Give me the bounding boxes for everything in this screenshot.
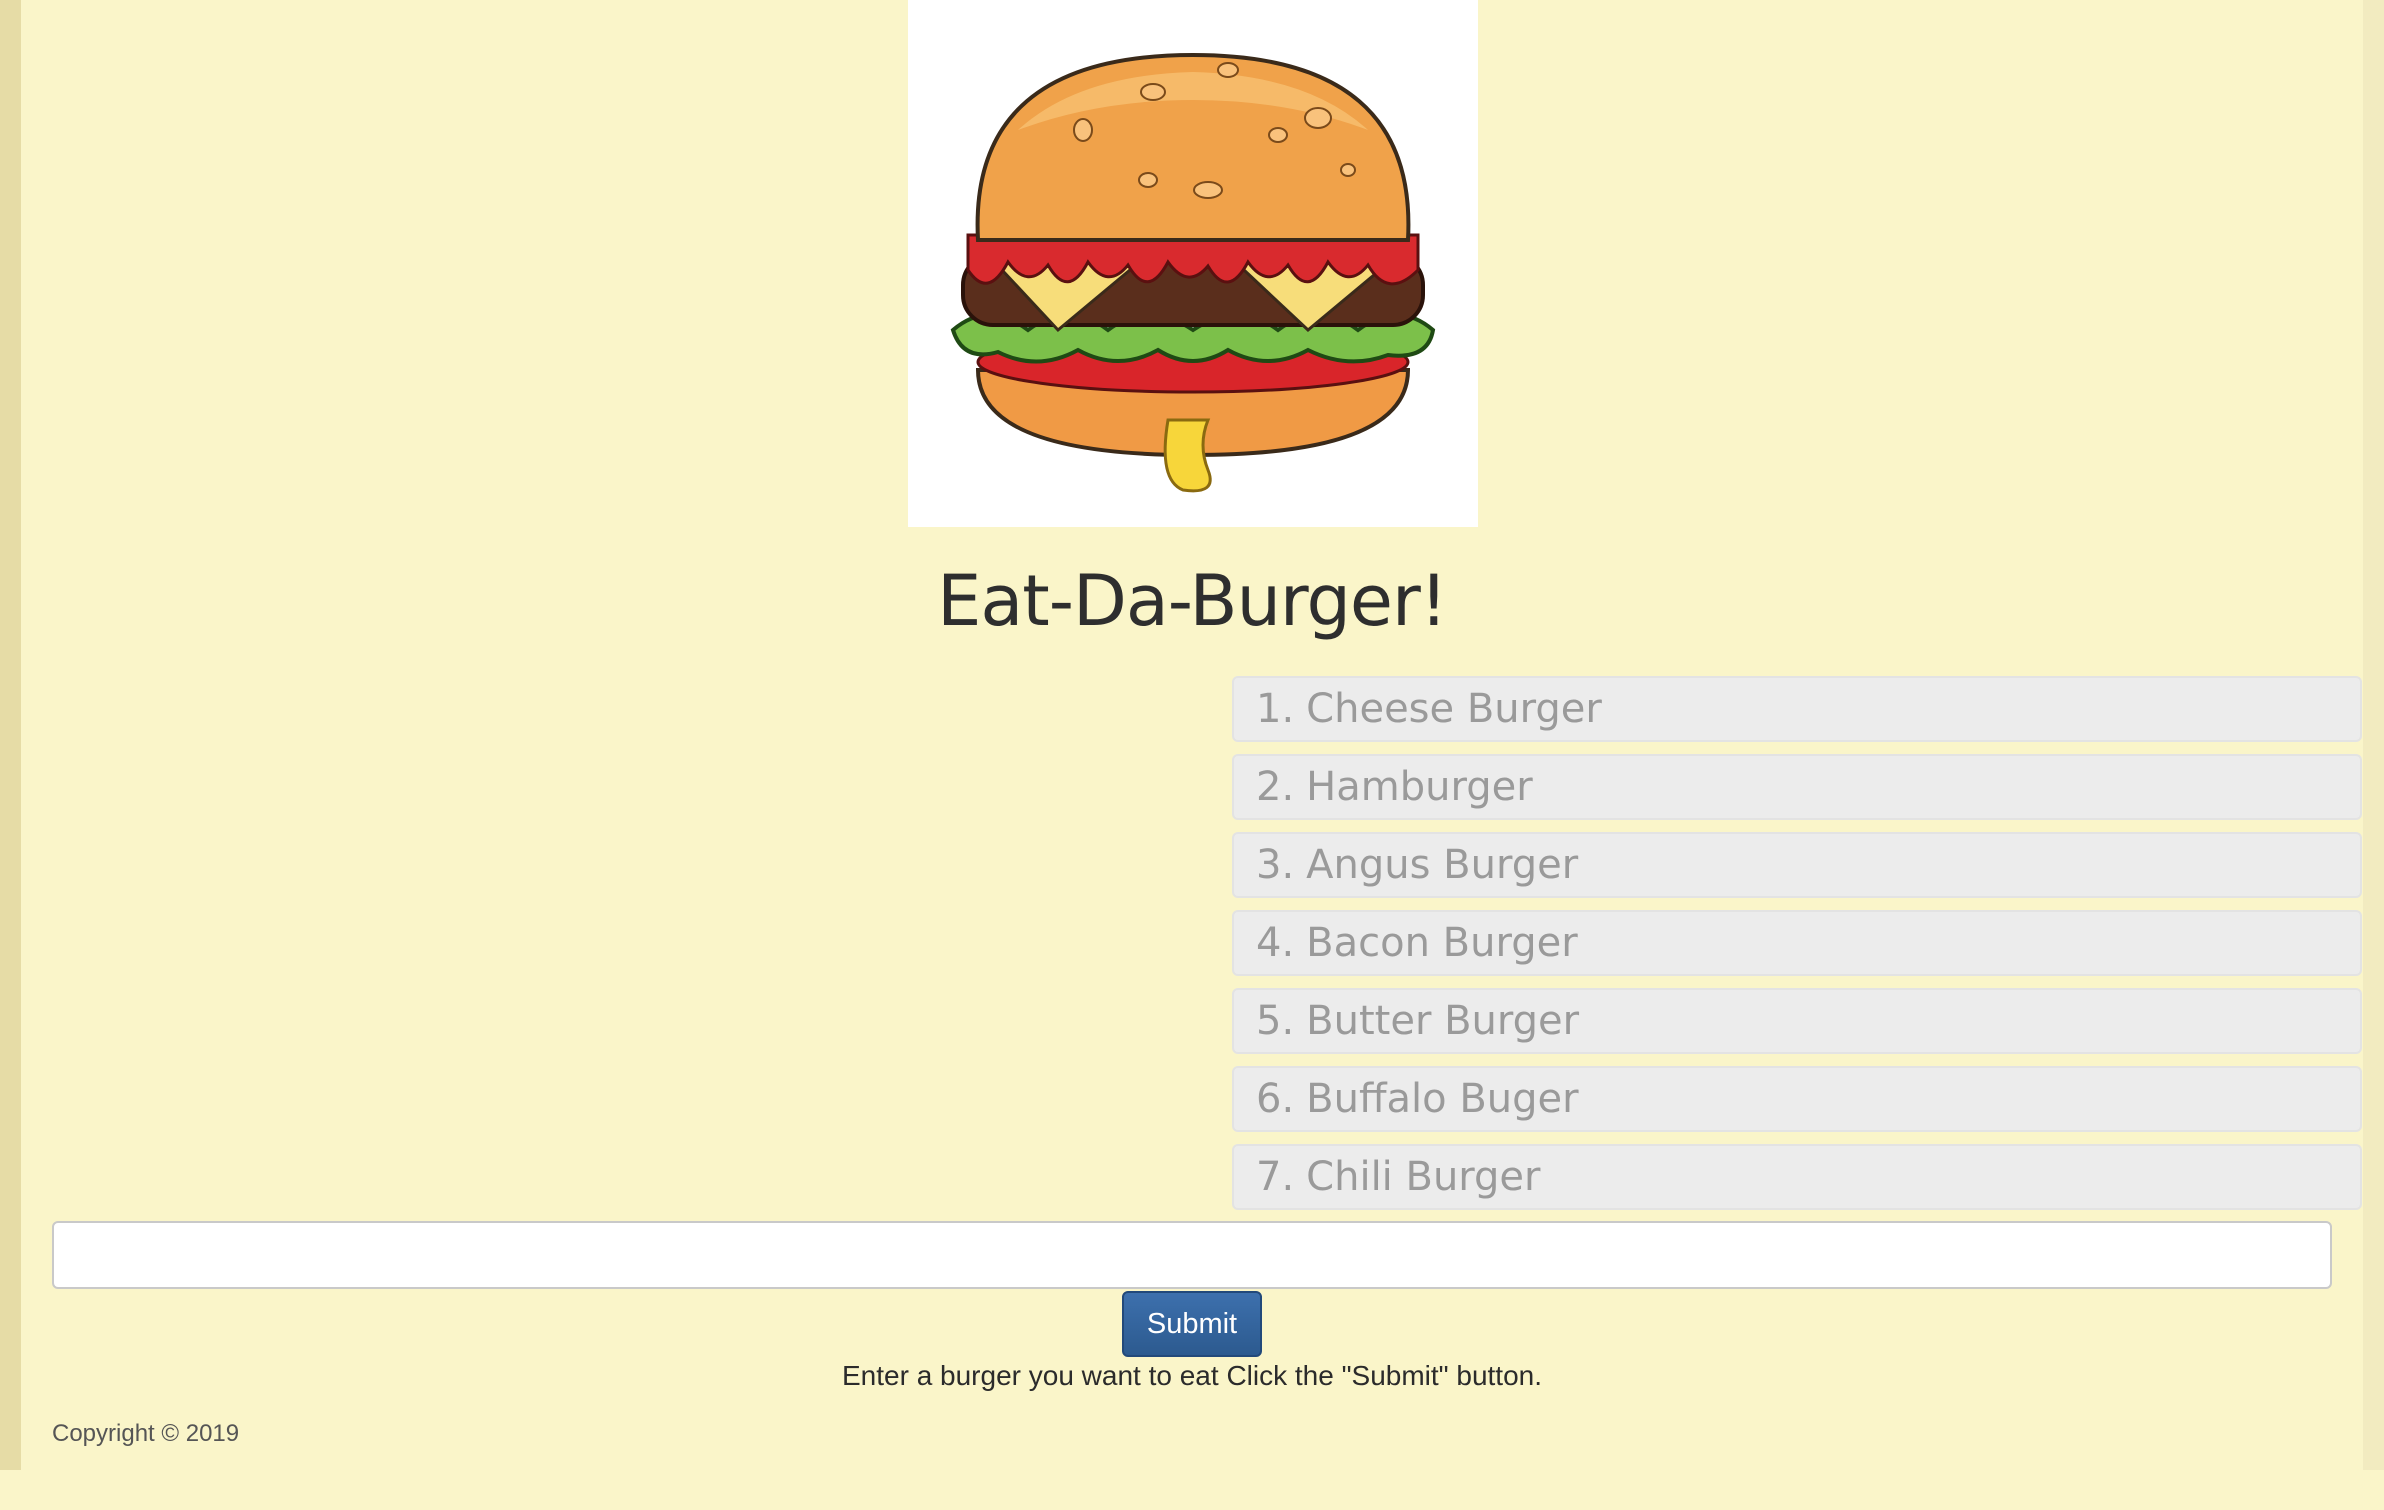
page-title: Eat-Da-Burger! [937, 560, 1448, 642]
burger-name: Hamburger [1306, 764, 1533, 810]
item-number: 5. [1256, 998, 1295, 1044]
list-item: 2. Hamburger [1232, 754, 2362, 820]
page-margin [2363, 0, 2384, 1470]
item-number: 6. [1256, 1076, 1295, 1122]
burger-name: Cheese Burger [1306, 686, 1602, 732]
item-number: 3. [1256, 842, 1295, 888]
item-number: 7. [1256, 1154, 1295, 1200]
list-item: 7. Chili Burger [1232, 1144, 2362, 1210]
burger-name: Chili Burger [1306, 1154, 1541, 1200]
list-item: 5. Butter Burger [1232, 988, 2362, 1054]
page: Eat-Da-Burger! 1. Cheese Burger 2. Hambu… [21, 0, 2363, 1470]
item-number: 4. [1256, 920, 1295, 966]
list-item: 1. Cheese Burger [1232, 676, 2362, 742]
burger-name: Angus Burger [1306, 842, 1579, 888]
list-item: 4. Bacon Burger [1232, 910, 2362, 976]
burger-list: 1. Cheese Burger 2. Hamburger 3. Angus B… [1232, 676, 2362, 1222]
list-item: 6. Buffalo Buger [1232, 1066, 2362, 1132]
item-number: 2. [1256, 764, 1295, 810]
burger-logo [908, 0, 1478, 527]
submit-button[interactable]: Submit [1122, 1291, 1262, 1357]
burger-name: Buffalo Buger [1306, 1076, 1579, 1122]
page-bottom [0, 1470, 2384, 1510]
burger-name: Butter Burger [1306, 998, 1580, 1044]
list-item: 3. Angus Burger [1232, 832, 2362, 898]
hamburger-icon [950, 52, 1436, 493]
burger-name-input[interactable] [52, 1221, 2332, 1289]
instructions-text: Enter a burger you want to eat Click the… [841, 1360, 1543, 1391]
item-number: 1. [1256, 686, 1295, 732]
copyright: Copyright © 2019 [52, 1420, 240, 1447]
burger-name: Bacon Burger [1306, 920, 1578, 966]
